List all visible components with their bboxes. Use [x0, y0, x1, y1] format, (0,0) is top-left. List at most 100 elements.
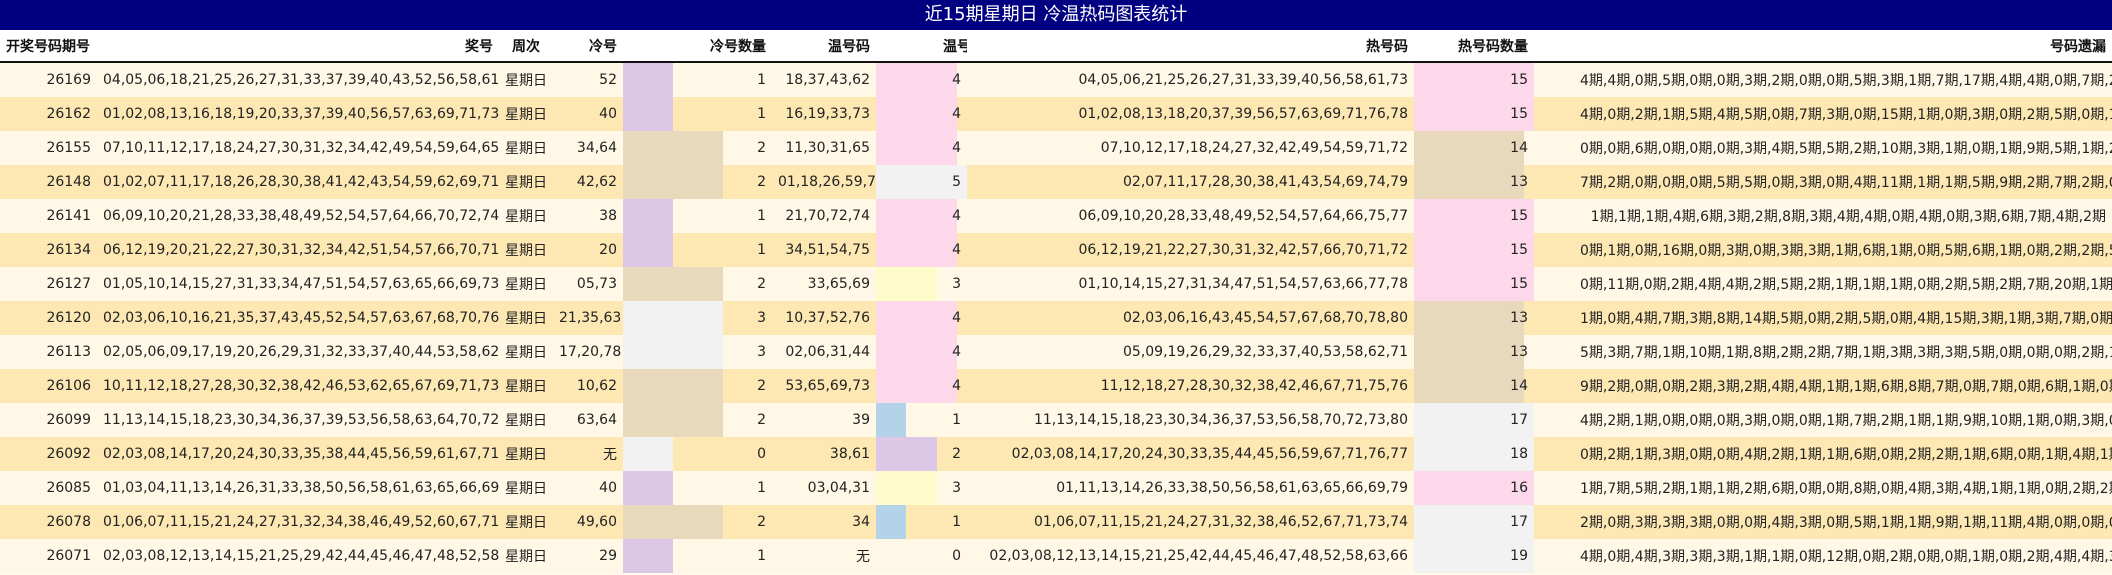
warm-count-bar: [876, 437, 937, 471]
hot-count-cell: 13: [1414, 335, 1534, 369]
col-header-warm-bar: [876, 30, 937, 63]
hot-cell: 02,03,06,16,43,45,54,57,67,68,70,78,80: [967, 301, 1414, 335]
warm-count-bar-fill: [876, 471, 937, 505]
cold-count-cell: 1: [673, 199, 772, 233]
hot-count-cell: 17: [1414, 505, 1534, 539]
period-cell: 26092: [0, 437, 97, 471]
cold-cell: 10,62: [553, 369, 623, 403]
hot-count-cell: 15: [1414, 97, 1534, 131]
cold-count-bar-fill: [623, 335, 673, 369]
cold-count-cell: 2: [673, 131, 772, 165]
numbers-cell: 11,13,14,15,18,23,30,34,36,37,39,53,56,5…: [97, 403, 499, 437]
hot-count-cell: 14: [1414, 369, 1534, 403]
col-header-hot: 热号码: [967, 30, 1414, 63]
col-header-weekday: 周次: [499, 30, 553, 63]
table-row: 26085 01,03,04,11,13,14,26,31,33,38,50,56…: [0, 471, 2112, 505]
cold-count-bar-fill: [623, 301, 673, 335]
spacer-cell: [1534, 165, 1574, 199]
numbers-cell: 02,03,08,12,13,14,15,21,25,29,42,44,45,4…: [97, 539, 499, 573]
warm-cell: 21,70,72,74: [772, 199, 876, 233]
warm-count-cell: 4: [937, 131, 967, 165]
numbers-cell: 01,05,10,14,15,27,31,33,34,47,51,54,57,6…: [97, 267, 499, 301]
hot-cell: 05,09,19,26,29,32,33,37,40,53,58,62,71: [967, 335, 1414, 369]
col-header-warm-count: 温号码数量: [937, 30, 967, 63]
hot-cell: 06,09,10,20,28,33,48,49,52,54,57,64,66,7…: [967, 199, 1414, 233]
miss-cell: 4期,0期,2期,1期,5期,4期,5期,0期,7期,3期,0期,15期,1期,…: [1574, 97, 2112, 131]
weekday-cell: 星期日: [499, 165, 553, 199]
cold-count-bar: [623, 471, 673, 505]
warm-count-cell: 1: [937, 505, 967, 539]
warm-count-bar-fill: [876, 63, 937, 97]
spacer-cell: [1534, 403, 1574, 437]
warm-count-bar: [876, 165, 937, 199]
warm-count-cell: 4: [937, 199, 967, 233]
weekday-cell: 星期日: [499, 131, 553, 165]
cold-count-bar-fill: [623, 471, 673, 505]
cold-count-cell: 1: [673, 539, 772, 573]
warm-count-cell: 4: [937, 62, 967, 97]
table-header-row: 开奖号码期号 奖号 周次 冷号 冷号数量 温号码 温号码数量 热号码 热号码数量…: [0, 30, 2112, 63]
warm-cell: 11,30,31,65: [772, 131, 876, 165]
miss-cell: 1期,1期,1期,4期,6期,3期,2期,8期,3期,4期,4期,0期,4期,0…: [1574, 199, 2112, 233]
warm-count-bar-fill: [876, 437, 937, 471]
miss-cell: 1期,0期,4期,7期,3期,8期,14期,5期,0期,2期,5期,0期,4期,…: [1574, 301, 2112, 335]
numbers-cell: 06,12,19,20,21,22,27,30,31,32,34,42,51,5…: [97, 233, 499, 267]
cold-count-bar-fill: [623, 131, 673, 165]
miss-cell: 7期,2期,0期,0期,0期,5期,5期,0期,3期,0期,4期,11期,1期,…: [1574, 165, 2112, 199]
spacer-cell: [1534, 335, 1574, 369]
numbers-cell: 02,05,06,09,17,19,20,26,29,31,32,33,37,4…: [97, 335, 499, 369]
table-row: 26120 02,03,06,10,16,21,35,37,43,45,52,54…: [0, 301, 2112, 335]
warm-count-bar: [876, 369, 937, 403]
warm-count-bar-fill: [876, 233, 937, 267]
spacer-cell: [1534, 267, 1574, 301]
numbers-cell: 07,10,11,12,17,18,24,27,30,31,32,34,42,4…: [97, 131, 499, 165]
warm-cell: 33,65,69: [772, 267, 876, 301]
cold-count-cell: 1: [673, 471, 772, 505]
warm-count-cell: 3: [937, 267, 967, 301]
cold-count-bar: [623, 505, 673, 539]
weekday-cell: 星期日: [499, 437, 553, 471]
numbers-cell: 01,03,04,11,13,14,26,31,33,38,50,56,58,6…: [97, 471, 499, 505]
cold-count-cell: 1: [673, 97, 772, 131]
warm-count-bar: [876, 97, 937, 131]
spacer-cell: [1534, 505, 1574, 539]
period-cell: 26106: [0, 369, 97, 403]
period-cell: 26141: [0, 199, 97, 233]
period-cell: 26113: [0, 335, 97, 369]
cold-count-bar: [623, 199, 673, 233]
hot-cell: 07,10,12,17,18,24,27,32,42,49,54,59,71,7…: [967, 131, 1414, 165]
cold-count-bar: [623, 165, 673, 199]
warm-count-bar: [876, 62, 937, 97]
warm-count-bar-fill: [876, 335, 937, 369]
miss-cell: 4期,4期,0期,5期,0期,0期,3期,2期,0期,0期,5期,3期,1期,7…: [1574, 62, 2112, 97]
weekday-cell: 星期日: [499, 267, 553, 301]
weekday-cell: 星期日: [499, 233, 553, 267]
warm-count-bar: [876, 233, 937, 267]
cold-count-bar: [623, 97, 673, 131]
col-header-cold: 冷号: [553, 30, 623, 63]
miss-cell: 0期,0期,6期,0期,0期,0期,3期,4期,5期,5期,2期,10期,3期,…: [1574, 131, 2112, 165]
warm-count-cell: 4: [937, 97, 967, 131]
warm-count-bar-fill: [876, 369, 937, 403]
warm-count-cell: 4: [937, 335, 967, 369]
hot-cell: 01,11,13,14,26,33,38,50,56,58,61,63,65,6…: [967, 471, 1414, 505]
warm-count-bar-fill: [876, 403, 906, 437]
spacer-cell: [1534, 471, 1574, 505]
warm-count-bar: [876, 301, 937, 335]
table-row: 26134 06,12,19,20,21,22,27,30,31,32,34,42…: [0, 233, 2112, 267]
warm-cell: 39: [772, 403, 876, 437]
warm-count-bar: [876, 403, 937, 437]
warm-cell: 16,19,33,73: [772, 97, 876, 131]
cold-count-bar-fill: [623, 97, 673, 131]
period-cell: 26134: [0, 233, 97, 267]
cold-cell: 20: [553, 233, 623, 267]
spacer-cell: [1534, 97, 1574, 131]
col-header-miss: 号码遗漏: [1574, 30, 2112, 63]
spacer-cell: [1534, 62, 1574, 97]
cold-cell: 21,35,63: [553, 301, 623, 335]
warm-count-bar: [876, 505, 937, 539]
cold-count-bar: [623, 267, 673, 301]
numbers-cell: 06,09,10,20,21,28,33,38,48,49,52,54,57,6…: [97, 199, 499, 233]
cold-count-bar: [623, 233, 673, 267]
numbers-cell: 02,03,08,14,17,20,24,30,33,35,38,44,45,5…: [97, 437, 499, 471]
